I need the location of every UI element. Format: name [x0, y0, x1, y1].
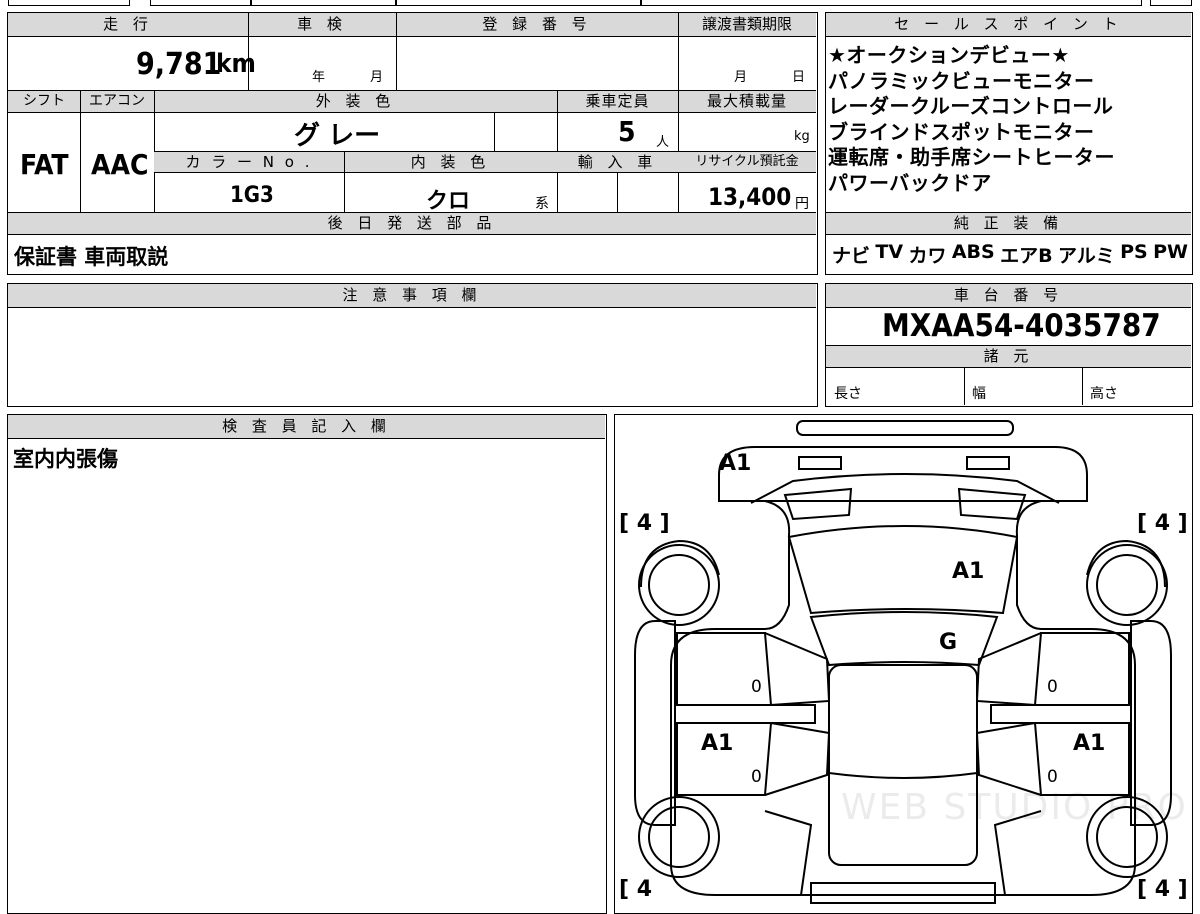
- car-diagram: [634, 420, 1172, 904]
- interior-color-value: クロ: [426, 189, 471, 214]
- watermark: WEB STUDIO PRO: [841, 787, 1188, 828]
- capacity-value: 5: [618, 115, 636, 148]
- wheel-front-left: [638, 544, 720, 626]
- wheel-rear-left: [638, 796, 720, 878]
- max-load-unit: kg: [794, 129, 810, 144]
- door-value-rr: 0: [1047, 767, 1058, 787]
- sales-point-item: ★オークションデビュー★: [828, 43, 1070, 67]
- top-fragment-strip: [0, 0, 1200, 7]
- roof: [828, 664, 978, 866]
- recycle-fee-unit: 円: [795, 196, 809, 212]
- specs-header: 諸 元: [826, 346, 1191, 368]
- equipment-item: ナビ: [832, 245, 871, 267]
- header-aircon: エアコン: [80, 91, 154, 113]
- vehicle-info-table: 走 行 車 検 登 録 番 号 譲渡書類期限 9,781 km 年 月 月 日 …: [7, 12, 818, 275]
- sales-point-item: 運転席・助手席シートヒーター: [828, 145, 1115, 169]
- equipment-item: ABS: [951, 241, 995, 263]
- equipment-item: PW: [1153, 241, 1188, 263]
- transfer-month-unit: 月: [734, 70, 748, 85]
- sales-point-item: パワーバックドア: [828, 170, 992, 195]
- inspector-box: 検 査 員 記 入 欄 室内内張傷: [7, 414, 607, 914]
- tire-label-front-right: [ 4 ]: [1137, 511, 1188, 536]
- door-value-lr: 0: [751, 767, 762, 787]
- inspector-header: 検 査 員 記 入 欄: [8, 415, 605, 439]
- body-outline: [670, 500, 1136, 896]
- later-parts-value: 保証書 車両取説: [14, 245, 169, 269]
- header-inspection: 車 検: [248, 13, 396, 37]
- chassis-number: MXAA54-4035787: [882, 308, 1161, 344]
- inspection-year-unit: 年: [312, 70, 326, 85]
- windshield: [809, 611, 999, 667]
- door-value-lf: 0: [751, 677, 762, 697]
- header-capacity: 乗車定員: [557, 91, 678, 113]
- notes-header: 注 意 事 項 欄: [8, 284, 816, 308]
- headlight-right: [966, 456, 1010, 470]
- shift-value: FAT: [20, 148, 69, 181]
- transfer-day-unit: 日: [792, 70, 806, 85]
- inspector-value: 室内内張傷: [13, 447, 118, 471]
- color-no-value: 1G3: [230, 183, 274, 208]
- sales-points-list: ★オークションデビュー★ パノラミックビューモニター レーダークルーズコントロー…: [828, 43, 1115, 196]
- header-later-parts: 後 日 発 送 部 品: [8, 213, 816, 235]
- front-bumper-bar: [796, 420, 1014, 436]
- equipment-item: アルミ: [1057, 245, 1115, 267]
- sales-points-box: セ ー ル ス ポ イ ン ト ★オークションデビュー★ パノラミックビューモニ…: [825, 12, 1193, 275]
- aircon-value: AAC: [91, 148, 149, 181]
- chassis-header: 車 台 番 号: [826, 284, 1191, 308]
- header-interior-color: 内 装 色: [344, 152, 557, 173]
- genuine-equipment-header: 純 正 装 備: [826, 213, 1191, 235]
- equipment-item: カワ: [908, 245, 947, 267]
- wheel-front-right: [1086, 544, 1168, 626]
- header-transfer-deadline: 譲渡書類期限: [678, 13, 816, 37]
- damage-label-windshield: G: [939, 630, 958, 655]
- door-value-rf: 0: [1047, 677, 1058, 697]
- spec-length: 長さ: [834, 386, 862, 402]
- spec-width: 幅: [972, 386, 986, 402]
- sales-points-header: セ ー ル ス ポ イ ン ト: [826, 13, 1191, 37]
- header-exterior-color: 外 装 色: [154, 91, 557, 113]
- header-recycle-fee: リサイクル預託金: [678, 152, 816, 173]
- equipment-item: エアB: [1000, 245, 1053, 267]
- exterior-color-value: グ レー: [294, 121, 381, 151]
- tire-label-rear-right: [ 4 ]: [1137, 877, 1188, 902]
- notes-box: 注 意 事 項 欄: [7, 283, 818, 407]
- capacity-unit: 人: [656, 135, 670, 150]
- genuine-equipment-list: ナビ TV カワ ABS エアB アルミ PS PW: [832, 241, 1188, 268]
- sales-point-item: ブラインドスポットモニター: [828, 119, 1095, 144]
- header-mileage: 走 行: [8, 13, 248, 37]
- car-diagram-box: A1 A1 G A1 A1 [ 4 ] [ 4 ] [ 4 [ 4 ] 0 0 …: [614, 414, 1193, 914]
- header-registration-no: 登 録 番 号: [396, 13, 678, 37]
- mileage-unit: km: [216, 49, 256, 79]
- header-import: 輸 入 車: [557, 152, 678, 173]
- damage-label-hood: A1: [952, 559, 985, 584]
- mileage-value: 9,781: [136, 47, 222, 82]
- damage-label-front-top: A1: [719, 451, 752, 476]
- equipment-item: PS: [1120, 241, 1148, 263]
- spec-height: 高さ: [1090, 386, 1118, 402]
- tire-label-front-left: [ 4 ]: [619, 511, 670, 536]
- damage-label-left-door: A1: [701, 731, 734, 756]
- headlight-left: [798, 456, 842, 470]
- equipment-item: TV: [875, 241, 904, 263]
- damage-label-right-door: A1: [1073, 731, 1106, 756]
- header-max-load: 最大積載量: [678, 91, 816, 113]
- header-shift: シフト: [8, 91, 80, 113]
- chassis-box: 車 台 番 号 MXAA54-4035787 諸 元 長さ 幅 高さ: [825, 283, 1193, 407]
- sales-point-item: レーダークルーズコントロール: [828, 94, 1114, 118]
- header-color-no: カ ラ ー N o .: [154, 152, 344, 173]
- tire-label-rear-left: [ 4: [619, 877, 653, 902]
- interior-color-suffix: 系: [535, 196, 549, 212]
- sales-point-item: パノラミックビューモニター: [828, 68, 1095, 93]
- inspection-month-unit: 月: [370, 70, 384, 85]
- recycle-fee-value: 13,400: [708, 183, 792, 211]
